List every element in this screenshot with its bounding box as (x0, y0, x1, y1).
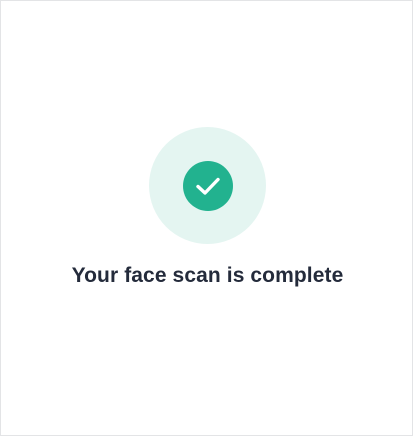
success-badge (183, 161, 233, 211)
status-title: Your face scan is complete (71, 264, 344, 287)
scan-complete-panel: Your face scan is complete (0, 0, 413, 436)
checkmark-icon (196, 177, 220, 195)
